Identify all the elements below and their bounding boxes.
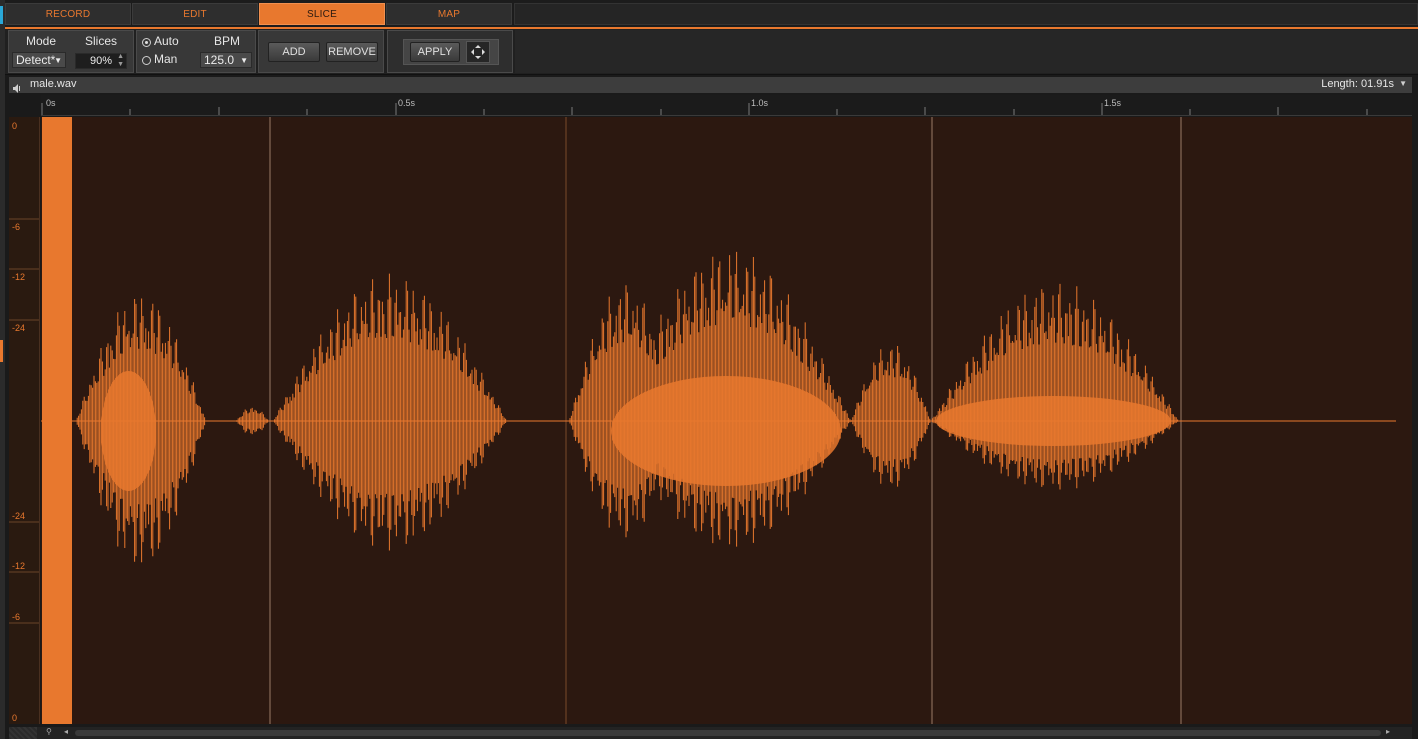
add-button[interactable]: ADD [268,42,320,62]
toolbar-empty-area [515,30,1418,73]
slices-stepper[interactable]: 90% ▲ ▼ [75,53,127,69]
tab-slice[interactable]: SLICE [259,3,385,25]
apply-button[interactable]: APPLY [410,42,460,62]
left-edge-marker-orange [0,340,3,362]
mode-label: Mode [26,34,57,48]
apply-group: APPLY [387,30,513,73]
radio-auto[interactable] [142,38,151,47]
bpm-label: BPM [214,34,241,48]
bpm-value: 125.0 [204,53,235,67]
db-scale: 0 -6 -12 -24 -24 -12 -6 0 [9,117,40,724]
scroll-right-icon[interactable]: ▸ [1386,727,1390,736]
zoom-icon[interactable]: ⚲ [46,727,52,736]
radio-man[interactable] [142,56,151,65]
remove-button[interactable]: REMOVE [326,42,378,62]
chevron-down-icon: ▼ [54,56,62,65]
left-edge-strip [0,0,5,739]
move-arrows-glyph [471,45,485,59]
tab-edit[interactable]: EDIT [132,3,258,25]
ruler-label-0s: 0s [46,98,56,108]
waveform-density [611,376,841,486]
add-remove-group: ADD REMOVE [258,30,384,73]
auto-label: Auto [154,34,179,48]
slice-toolbar: Mode Slices Detect* ▼ 90% ▲ ▼ Auto Man BP… [5,29,1418,75]
tab-bar-empty-area [514,3,1418,25]
mode-slices-group: Mode Slices Detect* ▼ 90% ▲ ▼ [8,30,134,73]
horizontal-scrollbar[interactable]: ⚲ ◂ ▸ [9,727,1412,739]
chevron-down-icon[interactable]: ▼ [1399,79,1407,88]
db-scale-ticks [9,218,39,624]
waveform-svg [41,117,1396,724]
time-ruler[interactable]: 0s 0.5s 1.0s 1.5s [41,95,1412,116]
scroll-left-icon[interactable]: ◂ [64,727,68,736]
move-arrows-icon[interactable] [466,41,490,63]
slices-value: 90% [89,55,113,67]
tab-map[interactable]: MAP [386,3,512,25]
waveform-view[interactable] [41,117,1412,724]
slices-label: Slices [85,34,118,48]
file-name: male.wav [30,78,77,90]
left-edge-marker-blue [0,6,3,24]
stepper-arrows-icon[interactable]: ▲ ▼ [117,53,124,69]
man-label: Man [154,52,178,66]
ruler-label-1-5s: 1.5s [1104,98,1122,108]
mode-value: Detect* [16,53,56,67]
mode-dropdown[interactable]: Detect* ▼ [12,52,66,68]
scrollbar-thumb[interactable] [75,730,1381,736]
speaker-icon[interactable] [13,80,22,93]
bpm-dropdown[interactable]: 125.0 ▼ [200,52,252,68]
chevron-down-icon: ▼ [240,56,248,65]
ruler-label-1-0s: 1.0s [751,98,769,108]
ruler-label-0-5s: 0.5s [398,98,416,108]
scrollbar-grip[interactable] [9,727,37,739]
waveform-density [936,396,1171,446]
tab-record[interactable]: RECORD [5,3,131,25]
file-bar: male.wav Length: 01.91s ▼ [9,77,1412,93]
file-length: Length: 01.91s [1321,78,1394,90]
ruler-ticks [41,103,1368,115]
auto-man-bpm-group: Auto Man BPM 125.0 ▼ [136,30,256,73]
tab-bar: RECORD EDIT SLICE MAP [5,0,1418,29]
waveform-density [101,371,156,491]
